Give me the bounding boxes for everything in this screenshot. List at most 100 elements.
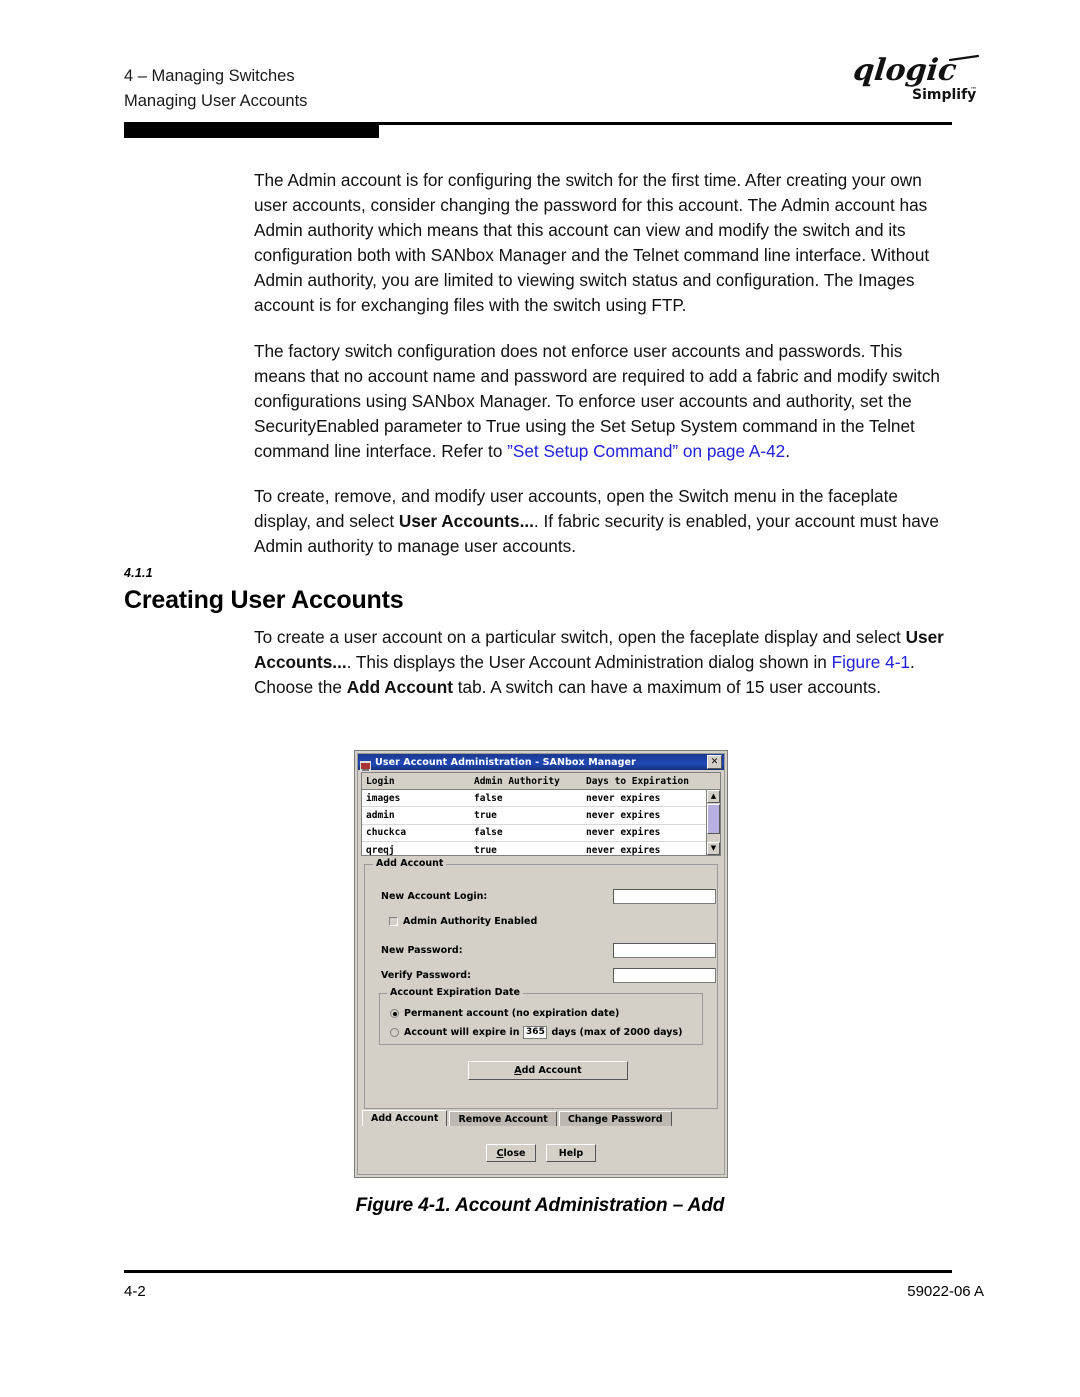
paragraph-2: The factory switch configuration does no… [254, 339, 954, 464]
tab-remove-account[interactable]: Remove Account [449, 1111, 557, 1126]
dialog-frame: User Account Administration - SANbox Man… [357, 753, 725, 1175]
cell-login: chuckca [366, 827, 407, 839]
admin-authority-label: Admin Authority Enabled [403, 916, 538, 927]
scroll-up-glyph: ▲ [710, 792, 717, 800]
qlogic-logo: qlogic Simplify ™ [854, 46, 984, 108]
add-account-group-legend: Add Account [373, 858, 447, 869]
table-scrollbar[interactable]: ▲ ▼ [706, 790, 720, 855]
column-header-days-to-expiration: Days to Expiration [586, 775, 689, 787]
permanent-account-radio[interactable] [390, 1009, 399, 1018]
new-password-label: New Password: [381, 945, 463, 956]
new-account-login-label: New Account Login: [381, 891, 488, 902]
section-para-a: To create a user account on a particular… [254, 627, 906, 647]
help-button-label: Help [558, 1147, 584, 1159]
figure-4-1-link[interactable]: Figure 4-1 [832, 652, 910, 672]
close-button-accel: C [496, 1147, 504, 1159]
scroll-up-icon[interactable]: ▲ [707, 790, 720, 803]
expire-in-days-label-post: days (max of 2000 days) [551, 1027, 683, 1038]
section-title: Creating User Accounts [124, 586, 404, 614]
cell-login: images [366, 792, 401, 804]
footer-document-number: 59022-06 A [907, 1283, 984, 1300]
dialog-titlebar: User Account Administration - SANbox Man… [358, 754, 724, 772]
paragraph-3: To create, remove, and modify user accou… [254, 484, 954, 559]
page-header: 4 – Managing Switches Managing User Acco… [124, 64, 307, 114]
permanent-account-radio-row[interactable]: Permanent account (no expiration date) [390, 1008, 619, 1019]
header-section: Managing User Accounts [124, 92, 308, 110]
tab-remove-account-label: Remove Account [458, 1113, 548, 1125]
expire-in-days-radio-row[interactable]: Account will expire in 365 days (max of … [390, 1026, 682, 1039]
new-account-login-input[interactable] [613, 889, 716, 904]
verify-password-label: Verify Password: [381, 970, 471, 981]
table-row[interactable]: chuckca false never expires [362, 825, 706, 843]
tab-add-account-label: Add Account [371, 1113, 439, 1124]
body-text-column: The Admin account is for configuring the… [254, 168, 954, 559]
accounts-table: Login Admin Authority Days to Expiration… [361, 772, 721, 856]
new-password-input[interactable] [613, 943, 716, 958]
close-button-label: lose [503, 1147, 526, 1159]
section-para-b: . This displays the User Account Adminis… [346, 652, 832, 673]
add-account-group: Add Account New Account Login: Admin Aut… [364, 858, 718, 1109]
add-account-button-accel: A [514, 1065, 522, 1076]
tab-change-password-label: Change Password [567, 1113, 663, 1125]
table-body[interactable]: images false never expires admin true ne… [362, 790, 706, 855]
cell-admin-authority: false [474, 792, 503, 804]
expiration-days-input[interactable]: 365 [523, 1026, 548, 1039]
close-icon[interactable]: ✕ [707, 755, 722, 769]
section-body-column: To create a user account on a particular… [254, 625, 954, 700]
column-header-login: Login [366, 775, 395, 787]
cell-expiration: never expires [586, 844, 661, 855]
close-button[interactable]: Close [486, 1144, 536, 1162]
verify-password-input[interactable] [613, 968, 716, 983]
paragraph-2-tail: . [785, 440, 790, 461]
svg-text:Simplify: Simplify [912, 87, 976, 103]
paragraph-1: The Admin account is for configuring the… [254, 170, 930, 316]
section-paragraph: To create a user account on a particular… [254, 625, 954, 700]
account-expiration-legend: Account Expiration Date [387, 987, 523, 998]
dialog-tabs: Add Account Remove Account Change Passwo… [362, 1110, 720, 1126]
verify-password-row: Verify Password: [381, 968, 716, 983]
section-para-d: tab. A switch can have a maximum of 15 u… [452, 677, 881, 698]
add-account-button-label: dd Account [521, 1065, 582, 1076]
cell-admin-authority: false [474, 827, 503, 839]
admin-authority-checkbox-row[interactable]: Admin Authority Enabled [389, 916, 537, 927]
admin-authority-checkbox[interactable] [389, 917, 398, 926]
scroll-down-icon[interactable]: ▼ [707, 842, 720, 855]
new-password-row: New Password: [381, 943, 716, 958]
table-row[interactable]: images false never expires [362, 790, 706, 808]
set-setup-command-link[interactable]: ”Set Setup Command” on page A-42 [507, 441, 785, 461]
tab-add-account[interactable]: Add Account [362, 1110, 448, 1126]
add-account-tab-label: Add Account [346, 677, 453, 698]
add-account-button[interactable]: Add Account [468, 1061, 628, 1080]
application-icon [360, 757, 371, 772]
table-row[interactable]: qreqj true never expires [362, 842, 706, 855]
expire-in-days-radio[interactable] [390, 1028, 399, 1037]
dialog-footer-buttons: Close Help [358, 1144, 724, 1162]
footer-rule [124, 1270, 952, 1273]
cell-admin-authority: true [474, 844, 497, 855]
account-expiration-group: Account Expiration Date Permanent accoun… [379, 987, 703, 1045]
footer-page-number: 4-2 [124, 1283, 146, 1300]
scroll-down-glyph: ▼ [710, 844, 717, 852]
svg-text:™: ™ [970, 86, 977, 94]
help-button[interactable]: Help [546, 1144, 596, 1162]
cell-expiration: never expires [586, 792, 661, 804]
header-chapter: 4 – Managing Switches [124, 67, 295, 85]
cell-login: qreqj [366, 844, 395, 855]
section-number: 4.1.1 [124, 566, 153, 580]
expire-in-days-label-pre: Account will expire in [404, 1027, 520, 1038]
table-row[interactable]: admin true never expires [362, 807, 706, 825]
tab-change-password[interactable]: Change Password [558, 1111, 672, 1126]
column-header-admin-authority: Admin Authority [474, 775, 560, 787]
figure-caption: Figure 4-1. Account Administration – Add [355, 1195, 725, 1216]
header-black-block [124, 122, 379, 138]
header-divider [124, 122, 952, 138]
user-accounts-menu-label: User Accounts... [398, 511, 534, 532]
scrollbar-thumb[interactable] [707, 804, 720, 834]
cell-expiration: never expires [586, 810, 661, 822]
cell-admin-authority: true [474, 810, 497, 822]
cell-expiration: never expires [586, 827, 661, 839]
scrollbar-track[interactable] [707, 834, 720, 841]
svg-text:qlogic: qlogic [854, 53, 958, 88]
dialog-screenshot: User Account Administration - SANbox Man… [354, 750, 728, 1178]
table-header-row: Login Admin Authority Days to Expiration [362, 773, 720, 790]
